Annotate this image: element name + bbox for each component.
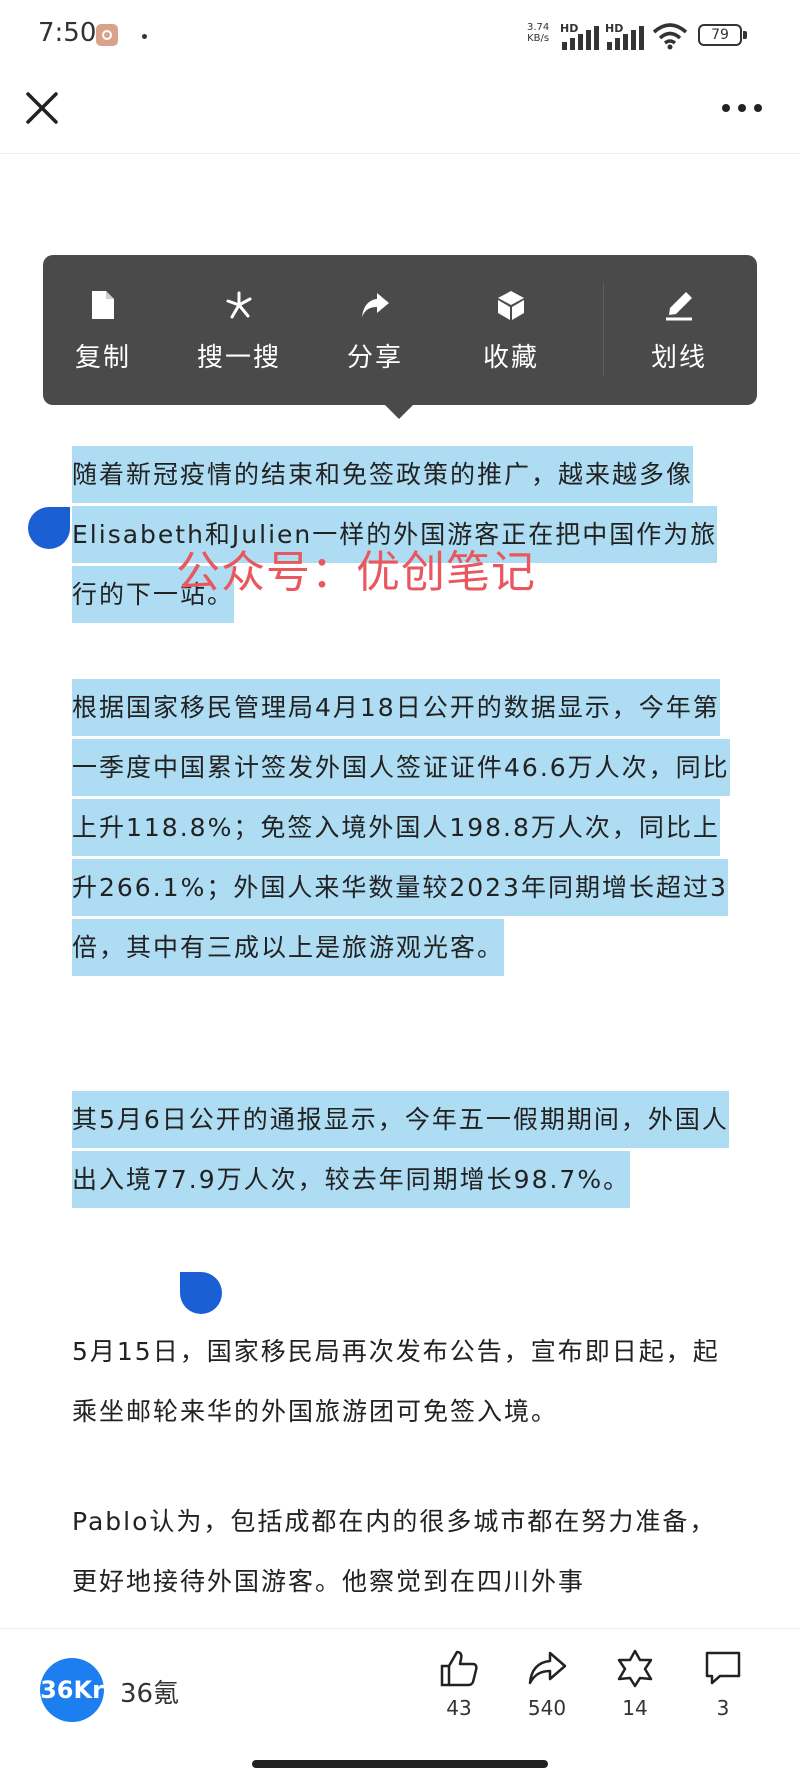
- article-paragraph-2: 根据国家移民管理局4月18日公开的数据显示，今年第一季度中国累计签发外国人签证证…: [72, 678, 732, 978]
- selection-start-handle[interactable]: [28, 507, 70, 549]
- share-count: 540: [527, 1696, 567, 1720]
- status-time: 7:50: [38, 18, 97, 48]
- cell-signal-icon: HD: [560, 22, 610, 50]
- home-indicator[interactable]: [252, 1760, 548, 1768]
- like-button[interactable]: 43: [424, 1648, 494, 1728]
- more-options-button[interactable]: [718, 96, 766, 120]
- menu-item-search[interactable]: 搜一搜: [179, 255, 299, 405]
- author-name[interactable]: 36氪: [120, 1673, 179, 1710]
- comment-count: 3: [716, 1696, 730, 1720]
- like-count: 43: [446, 1696, 472, 1720]
- selection-context-menu: 复制 搜一搜 分享 收藏 划线: [43, 255, 757, 419]
- close-button[interactable]: [22, 88, 62, 128]
- article-paragraph-3: 其5月6日公开的通报显示，今年五一假期期间，外国人出入境77.9万人次，较去年同…: [72, 1090, 732, 1210]
- thumbs-up-icon: [440, 1650, 478, 1687]
- share-icon: [362, 293, 389, 317]
- watermark-text: 公众号：优创笔记: [176, 547, 536, 598]
- notification-dot-icon: [142, 34, 147, 39]
- cube-icon: [498, 291, 524, 320]
- menu-separator: [603, 283, 604, 377]
- selection-end-handle[interactable]: [180, 1272, 222, 1314]
- status-bar: 7:50 3.74 KB/s HD HD 79: [0, 0, 800, 70]
- header-divider: [0, 153, 800, 154]
- network-speed: 3.74 KB/s: [527, 22, 550, 44]
- favorite-button[interactable]: 14: [600, 1648, 670, 1728]
- search-spark-icon: [226, 291, 252, 319]
- author-avatar[interactable]: 36Kr: [40, 1658, 104, 1722]
- share-button[interactable]: 540: [512, 1648, 582, 1728]
- favorite-count: 14: [622, 1696, 648, 1720]
- menu-item-share[interactable]: 分享: [315, 255, 435, 405]
- document-icon: [92, 291, 114, 319]
- menu-item-favorite[interactable]: 收藏: [451, 255, 571, 405]
- menu-item-underline[interactable]: 划线: [619, 255, 739, 405]
- article-paragraph-4: 5月15日，国家移民局再次发布公告，宣布即日起，起乘坐邮轮来华的外国旅游团可免签…: [72, 1337, 720, 1426]
- notification-app-icon: [96, 24, 118, 46]
- highlighter-pen-icon: [666, 292, 692, 321]
- footer-divider: [0, 1628, 800, 1629]
- wifi-icon: [652, 23, 688, 50]
- comment-button[interactable]: 3: [688, 1648, 758, 1728]
- selected-text: 其5月6日公开的通报显示，今年五一假期期间，外国人出入境77.9万人次，较去年同…: [72, 1091, 729, 1208]
- selected-text: 根据国家移民管理局4月18日公开的数据显示，今年第一季度中国累计签发外国人签证证…: [72, 679, 730, 976]
- menu-item-copy[interactable]: 复制: [43, 255, 163, 405]
- article-paragraph-5: Pablo认为，包括成都在内的很多城市都在努力准备，更好地接待外国游客。他察觉到…: [72, 1507, 717, 1596]
- favorite-star-icon: [617, 1649, 653, 1688]
- cell-signal-2-icon: HD: [605, 22, 655, 50]
- battery-icon: 79: [698, 24, 747, 46]
- comment-bubble-icon: [705, 1651, 741, 1685]
- share-arrow-icon: [528, 1651, 567, 1685]
